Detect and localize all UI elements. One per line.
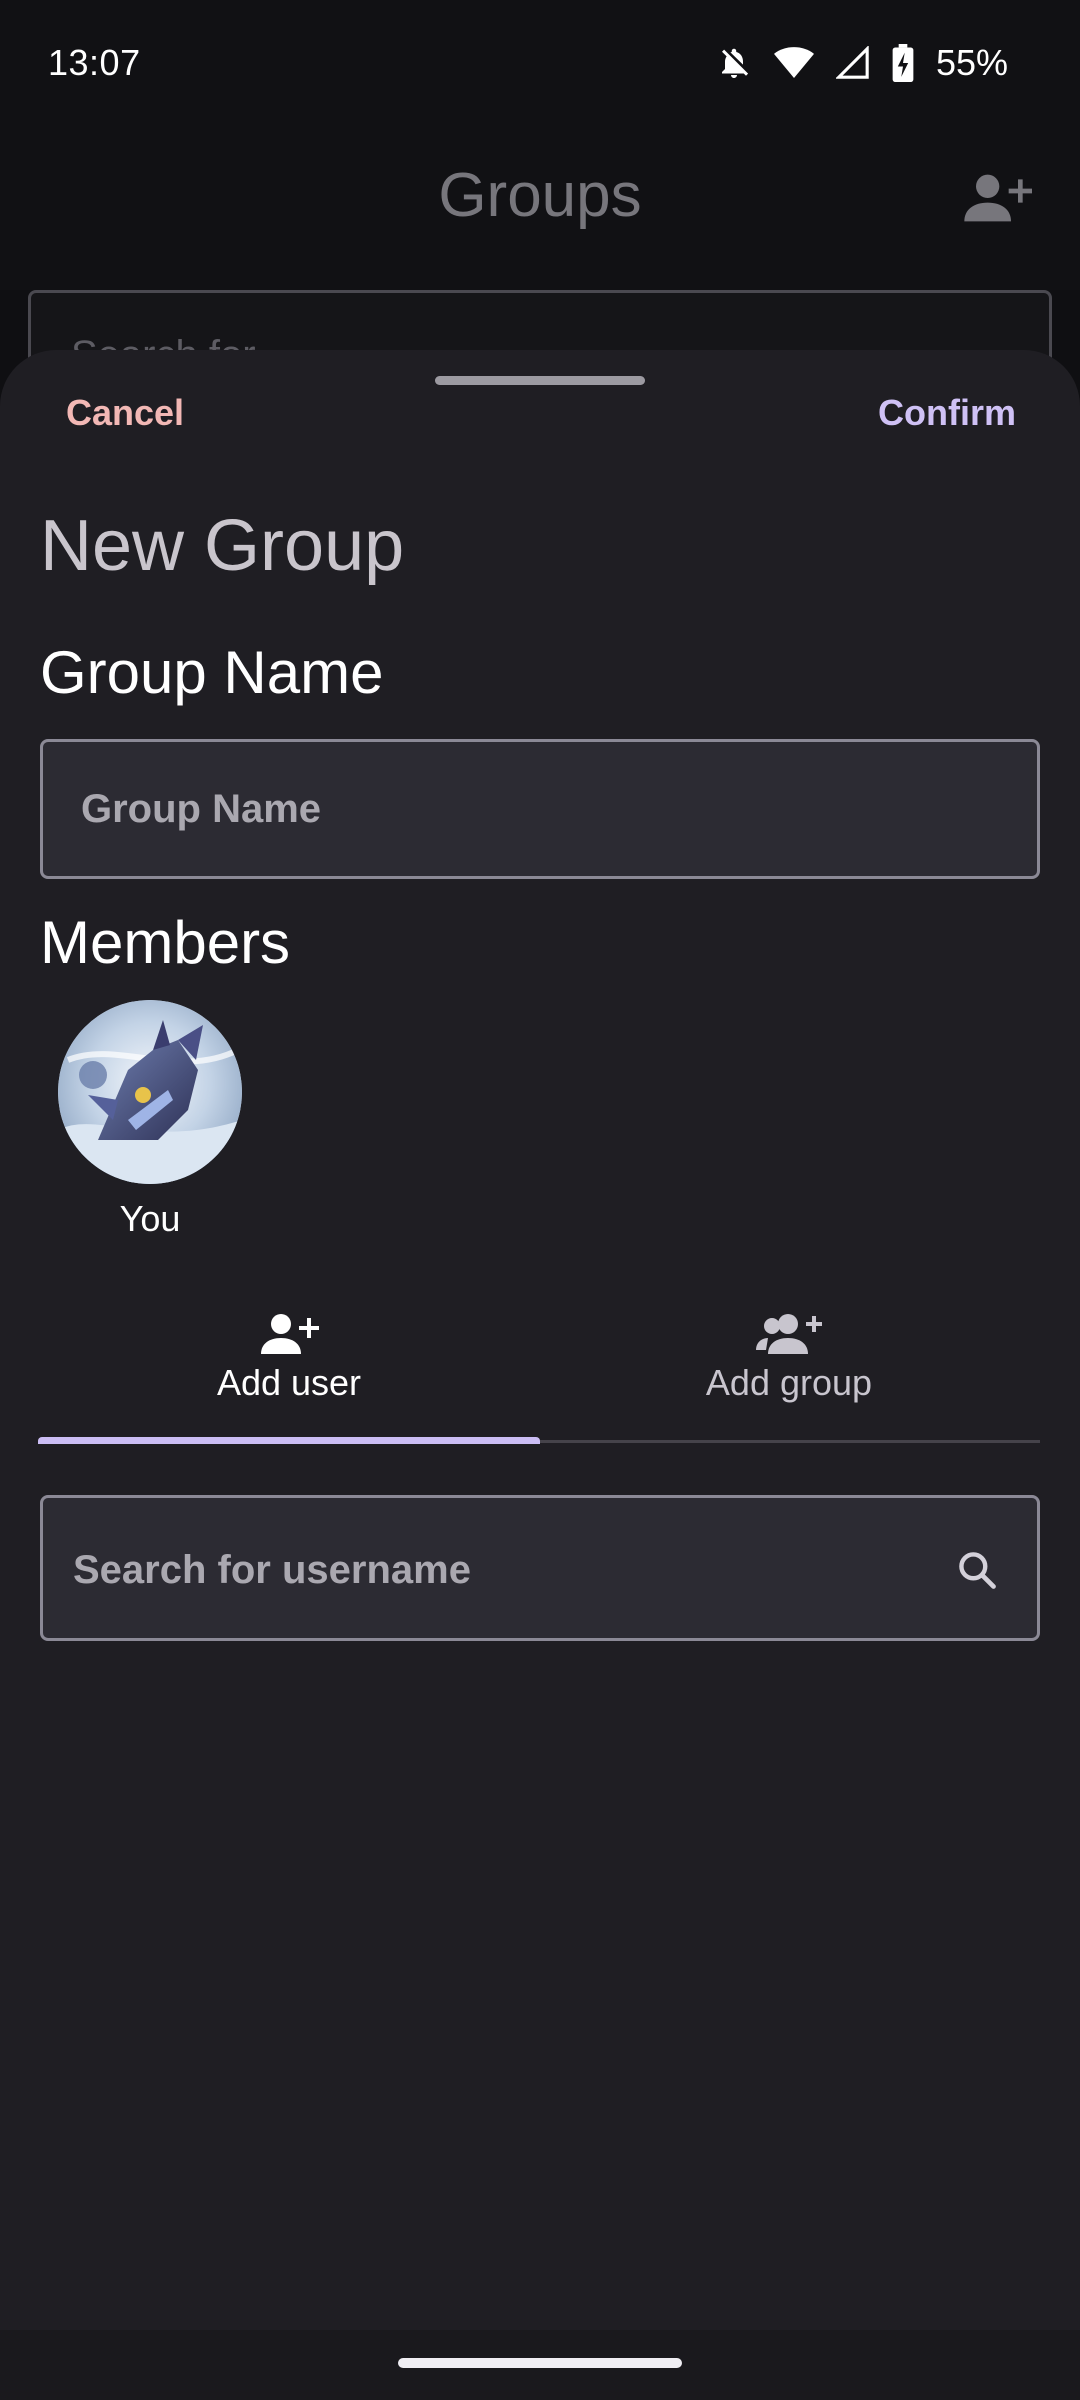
signal-icon — [835, 46, 870, 80]
wifi-icon — [773, 45, 814, 81]
status-time: 13:07 — [48, 42, 141, 83]
tab-add-user[interactable]: Add user — [38, 1310, 540, 1403]
tab-add-user-label: Add user — [216, 1362, 362, 1403]
member-item[interactable]: You — [58, 1000, 242, 1240]
add-user-icon — [38, 1310, 540, 1358]
add-tabs: Add user Add group — [38, 1310, 1040, 1403]
members-heading: Members — [40, 909, 291, 976]
add-person-icon — [962, 170, 1032, 231]
confirm-button[interactable]: Confirm — [878, 392, 1016, 434]
home-gesture-handle[interactable] — [398, 2358, 682, 2368]
cancel-button[interactable]: Cancel — [66, 392, 184, 434]
member-name: You — [119, 1198, 181, 1239]
add-group-icon — [538, 1310, 1040, 1358]
notifications-off-icon — [716, 45, 752, 81]
battery-percentage: 55% — [935, 42, 1008, 83]
background-title: Groups — [438, 161, 642, 230]
battery-charging-icon — [892, 44, 914, 82]
group-name-field[interactable]: Group Name — [40, 739, 1040, 879]
navigation-bar — [0, 2330, 1080, 2400]
search-icon[interactable] — [955, 1548, 999, 1597]
tab-add-group[interactable]: Add group — [538, 1310, 1040, 1403]
drag-handle[interactable] — [435, 376, 645, 385]
sheet-title: New Group — [40, 506, 405, 586]
status-bar: 13:07 55% — [0, 0, 1080, 130]
tab-selected-indicator — [38, 1437, 540, 1444]
username-search-input[interactable]: Search for username — [40, 1495, 1040, 1641]
tab-add-group-label: Add group — [705, 1362, 873, 1403]
status-icons: 55% — [716, 42, 1008, 84]
search-placeholder: Search for username — [73, 1548, 471, 1592]
group-name-heading: Group Name — [40, 639, 384, 706]
new-group-sheet: Cancel Confirm New Group Group Name Grou… — [0, 350, 1080, 2400]
group-name-placeholder: Group Name — [81, 787, 322, 831]
avatar — [58, 1000, 242, 1184]
screen: 13:07 55% Groups Search for... C — [0, 0, 1080, 2400]
background-app-bar: Groups — [0, 130, 1080, 290]
